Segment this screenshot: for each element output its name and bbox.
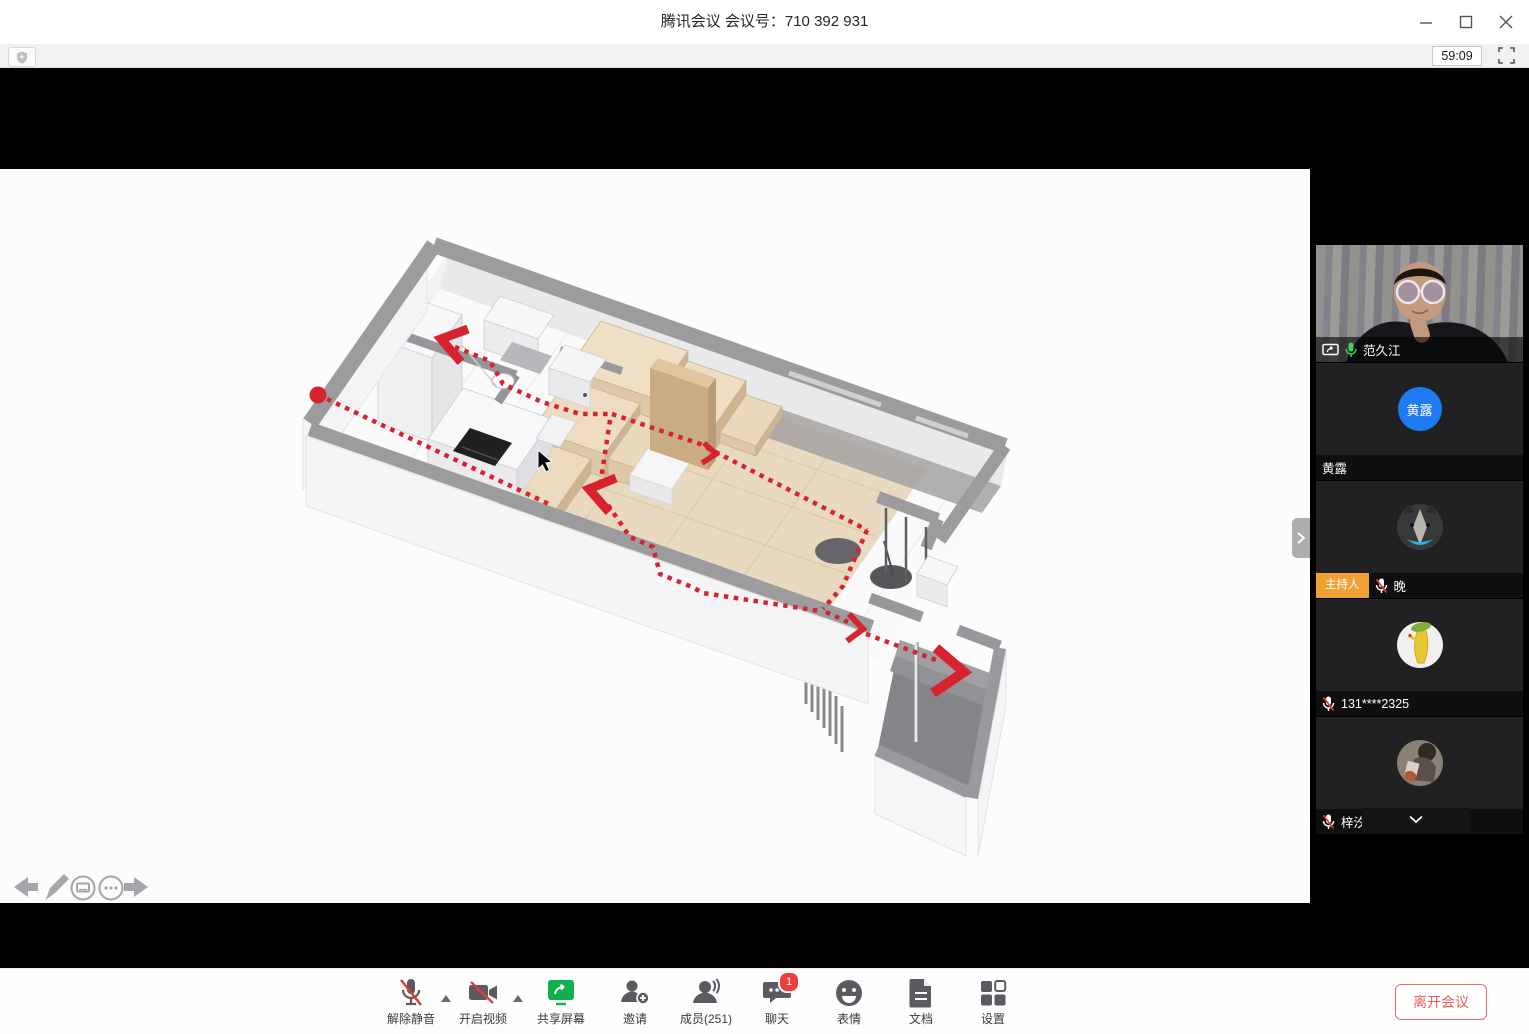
more-dots-icon[interactable] [100, 877, 123, 900]
titlebar: 腾讯会议 会议号：710 392 931 [0, 0, 1529, 44]
participant-tile-video[interactable]: 范久江 [1316, 245, 1523, 362]
wood-wardrobe-panel [650, 358, 716, 470]
caret-up-icon [441, 995, 451, 1002]
avatar-child-photo [1394, 737, 1446, 789]
meeting-timer: 59:09 [1432, 46, 1482, 66]
meeting-statusbar: 59:09 [0, 44, 1529, 68]
mic-muted-icon [398, 978, 424, 1008]
close-icon[interactable] [1493, 9, 1519, 35]
participant-namebar: 131****2325 [1316, 691, 1523, 716]
participant-namebar: 主持人 晚 [1316, 573, 1523, 598]
shared-screen-canvas [0, 169, 1310, 903]
participant-name: 黄露 [1322, 458, 1347, 477]
annotation-toolbar [6, 869, 156, 905]
chevron-down-icon [1408, 815, 1424, 824]
participant-tile[interactable]: 黄露 黄露 [1316, 363, 1523, 480]
chat-button[interactable]: 1 聊天 [745, 977, 809, 1027]
participant-namebar: 黄露 [1316, 455, 1523, 480]
meeting-controlbar: 解除静音 开启视频 [0, 968, 1529, 1034]
avatar-cat-photo [1394, 501, 1446, 553]
video-options-caret[interactable] [513, 989, 523, 1007]
window-title: 腾讯会议 会议号：710 392 931 [0, 0, 1529, 44]
sidebar-expand-tab[interactable] [1292, 518, 1310, 558]
settings-icon [979, 978, 1007, 1008]
mic-muted-icon [1322, 814, 1335, 830]
mic-muted-icon [1375, 578, 1388, 594]
host-badge: 主持人 [1316, 573, 1369, 598]
stage: 范久江 黄露 黄露 [0, 68, 1529, 968]
unmute-button[interactable]: 解除静音 [379, 977, 443, 1027]
document-button[interactable]: 文档 [889, 977, 953, 1027]
mic-muted-icon [1322, 696, 1335, 712]
participant-name: 范久江 [1363, 340, 1401, 359]
share-screen-icon [545, 978, 577, 1008]
screen-share-icon [1322, 343, 1339, 357]
members-icon [690, 978, 722, 1008]
document-icon [908, 978, 934, 1008]
emoji-label: 表情 [837, 1010, 861, 1027]
invite-label: 邀请 [623, 1010, 647, 1027]
share-screen-label: 共享屏幕 [537, 1010, 585, 1027]
path-start-dot [310, 387, 327, 404]
emoji-icon [834, 978, 864, 1008]
share-screen-button[interactable]: 共享屏幕 [529, 977, 593, 1027]
sidebar-collapse-button[interactable] [1362, 808, 1470, 831]
window-controls [1413, 0, 1519, 44]
start-video-button[interactable]: 开启视频 [451, 977, 515, 1027]
back-arrow-icon[interactable] [14, 877, 38, 897]
unmute-label: 解除静音 [387, 1010, 435, 1027]
whiteboard-icon[interactable] [72, 877, 95, 900]
maximize-icon[interactable] [1453, 9, 1479, 35]
leave-meeting-button[interactable]: 离开会议 [1395, 984, 1487, 1020]
chat-label: 聊天 [765, 1010, 789, 1027]
chat-badge: 1 [778, 971, 800, 993]
forward-arrow-icon[interactable] [124, 877, 148, 897]
invite-button[interactable]: 邀请 [603, 977, 667, 1027]
start-video-label: 开启视频 [459, 1010, 507, 1027]
emoji-button[interactable]: 表情 [817, 977, 881, 1027]
participant-namebar: 范久江 [1316, 337, 1523, 362]
avatar-cartoon-photo [1394, 619, 1446, 671]
minimize-icon[interactable] [1413, 9, 1439, 35]
caret-up-icon [513, 995, 523, 1002]
settings-label: 设置 [981, 1010, 1005, 1027]
participant-name: 晚 [1394, 576, 1407, 595]
fullscreen-icon[interactable] [1498, 47, 1515, 64]
camera-off-icon [467, 978, 499, 1008]
pencil-icon[interactable] [44, 874, 69, 901]
audio-options-caret[interactable] [441, 989, 451, 1007]
participant-tile[interactable]: 131****2325 [1316, 599, 1523, 716]
chevron-right-icon [1296, 531, 1306, 545]
avatar-initials: 黄露 [1398, 387, 1442, 431]
security-shield-icon[interactable] [8, 47, 36, 67]
members-label: 成员(251) [680, 1010, 732, 1027]
mic-on-icon [1345, 342, 1357, 358]
members-button[interactable]: 成员(251) [674, 977, 738, 1027]
document-label: 文档 [909, 1010, 933, 1027]
participant-name: 131****2325 [1341, 697, 1409, 711]
participant-tile[interactable]: 主持人 晚 [1316, 481, 1523, 598]
participant-sidebar: 范久江 黄露 黄露 [1316, 245, 1523, 835]
tencent-meeting-window: 腾讯会议 会议号：710 392 931 59:09 [0, 0, 1529, 1034]
invite-icon [619, 978, 651, 1008]
floorplan-share-image [0, 169, 1310, 903]
settings-button[interactable]: 设置 [961, 977, 1025, 1027]
